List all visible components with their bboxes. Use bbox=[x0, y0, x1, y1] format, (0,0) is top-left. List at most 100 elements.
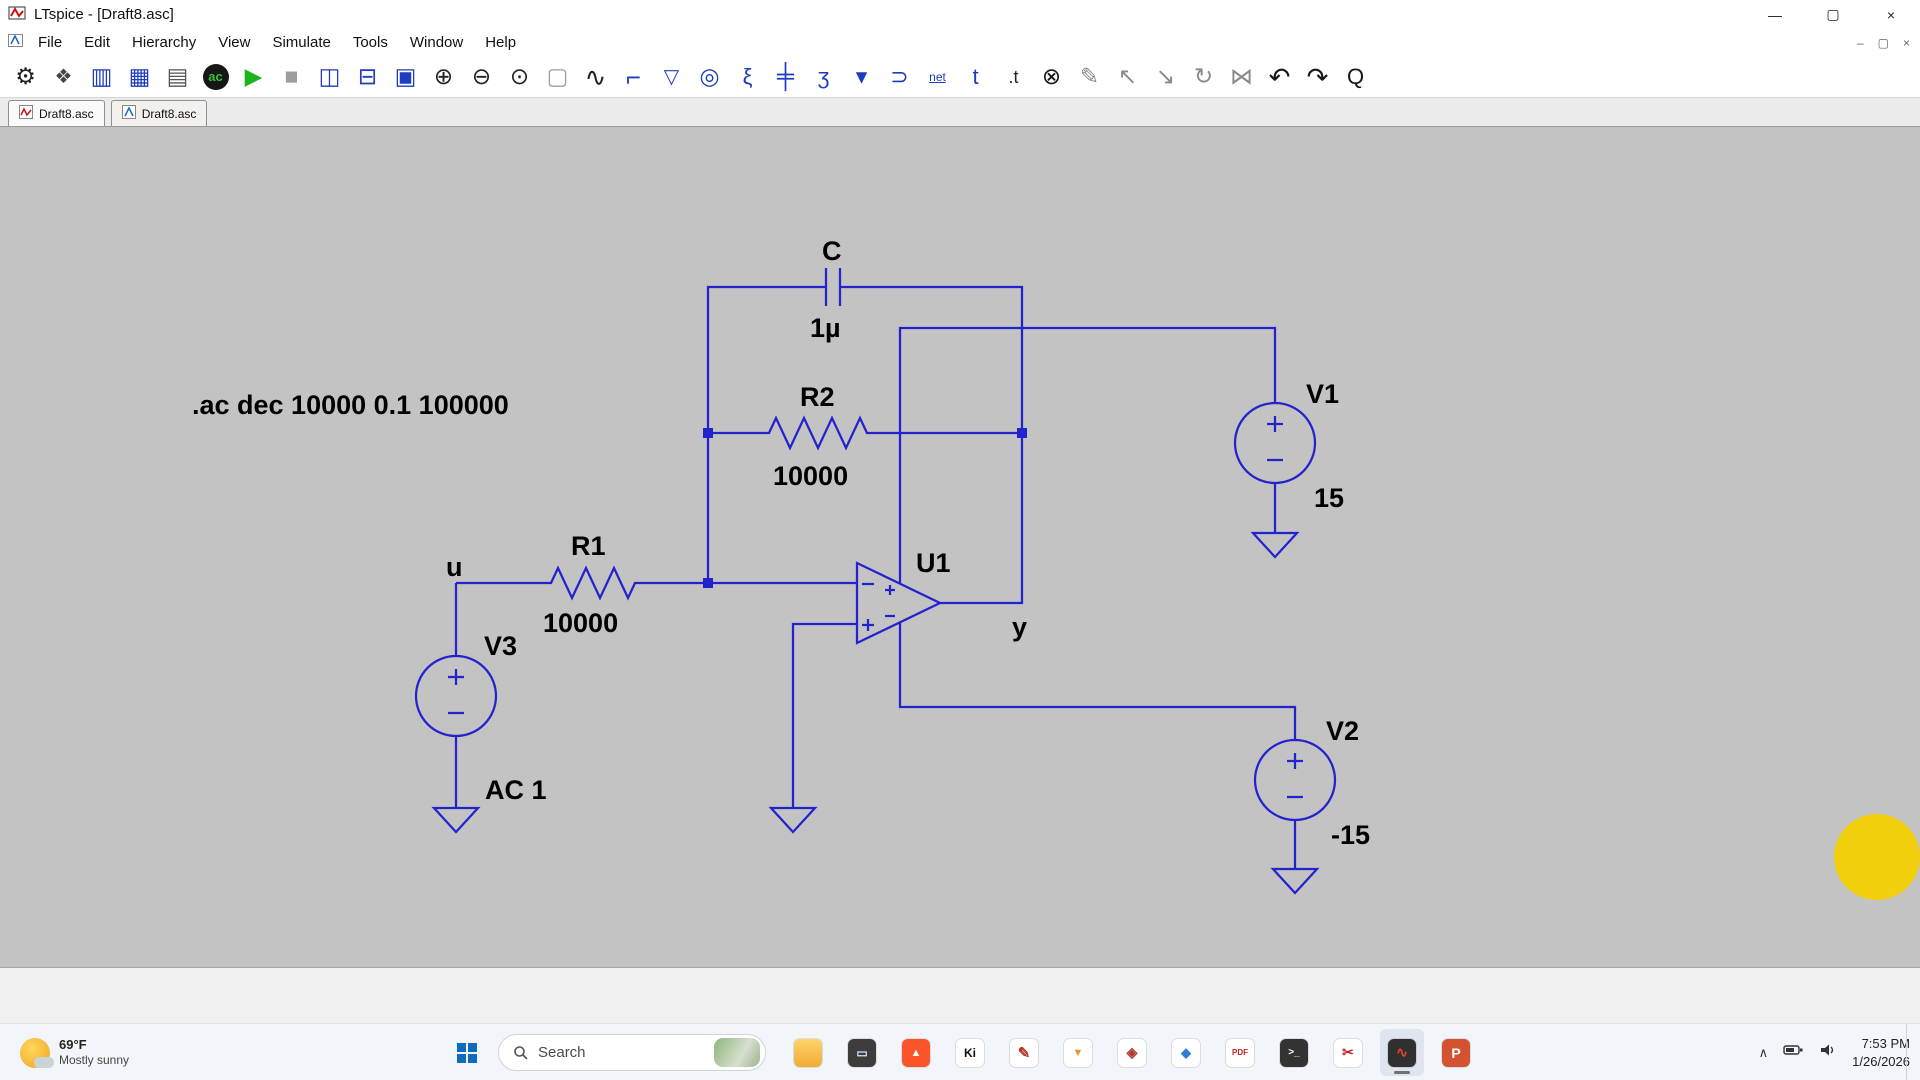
zoom-out-icon[interactable]: ⊖ bbox=[464, 59, 499, 95]
taskbar-app-pencil-tool[interactable]: ✎ bbox=[1002, 1029, 1046, 1076]
close-button[interactable]: × bbox=[1862, 0, 1920, 29]
waveform-viewer-icon[interactable]: ∿ bbox=[578, 59, 613, 95]
tray-chevron-up-icon[interactable]: ∧ bbox=[1759, 1045, 1769, 1061]
new-schematic-icon[interactable]: ❖ bbox=[46, 59, 81, 95]
capacitor-C[interactable] bbox=[824, 268, 842, 306]
battery-icon[interactable] bbox=[1783, 1043, 1804, 1062]
taskbar-app-ltspice[interactable]: ∿ bbox=[1380, 1029, 1424, 1076]
cap-name-label[interactable]: C bbox=[822, 236, 842, 266]
pan-icon[interactable]: ▢ bbox=[540, 59, 575, 95]
v3-name-label[interactable]: V3 bbox=[484, 631, 517, 661]
r2-value-label[interactable]: 10000 bbox=[773, 461, 848, 491]
clock[interactable]: 7:53 PM 1/26/2026 bbox=[1852, 1035, 1910, 1070]
spice-directive-text[interactable]: .ac dec 10000 0.1 100000 bbox=[192, 390, 509, 420]
cascade-windows-icon[interactable]: ▣ bbox=[388, 59, 423, 95]
capacitor-icon[interactable]: ╪ bbox=[768, 59, 803, 95]
delete-icon[interactable]: ⊗ bbox=[1034, 59, 1069, 95]
net-label-icon[interactable]: net bbox=[920, 59, 955, 95]
menu-hierarchy[interactable]: Hierarchy bbox=[121, 34, 207, 51]
open-icon[interactable]: ▥ bbox=[84, 59, 119, 95]
menu-tools[interactable]: Tools bbox=[342, 34, 399, 51]
wire-icon[interactable]: ⌐ bbox=[616, 59, 651, 95]
menu-window[interactable]: Window bbox=[399, 34, 474, 51]
volume-icon[interactable] bbox=[1819, 1043, 1837, 1062]
undo-icon[interactable]: ↶ bbox=[1262, 59, 1297, 95]
v1-name-label[interactable]: V1 bbox=[1306, 379, 1339, 409]
inductor-icon[interactable]: ʒ bbox=[806, 59, 841, 95]
save-icon[interactable]: ▦ bbox=[122, 59, 157, 95]
menu-simulate[interactable]: Simulate bbox=[261, 34, 341, 51]
mirror-icon[interactable]: ⋈ bbox=[1224, 59, 1259, 95]
menu-help[interactable]: Help bbox=[474, 34, 527, 51]
v2-name-label[interactable]: V2 bbox=[1326, 716, 1359, 746]
ground-plus-input[interactable] bbox=[768, 806, 818, 834]
show-desktop-button[interactable] bbox=[1906, 1024, 1910, 1080]
v2-value-label[interactable]: -15 bbox=[1331, 820, 1370, 850]
taskbar-app-pdf-viewer[interactable]: PDF bbox=[1218, 1029, 1262, 1076]
menu-view[interactable]: View bbox=[207, 34, 261, 51]
resistor-icon[interactable]: ξ bbox=[730, 59, 765, 95]
taskbar-app-virtual-machine[interactable]: ▭ bbox=[840, 1029, 884, 1076]
wire-feedback-left[interactable] bbox=[706, 285, 826, 583]
mdi-minimize-button[interactable]: – bbox=[1857, 36, 1864, 50]
redo-icon[interactable]: ↷ bbox=[1300, 59, 1335, 95]
tab-draft8-schematic[interactable]: Draft8.asc bbox=[110, 100, 208, 126]
v1-value-label[interactable]: 15 bbox=[1314, 483, 1344, 513]
search-daily-image[interactable] bbox=[714, 1038, 760, 1067]
taskbar-app-powerpoint[interactable]: P bbox=[1434, 1029, 1478, 1076]
halt-icon[interactable]: ■ bbox=[274, 59, 309, 95]
move-icon[interactable]: ↖ bbox=[1110, 59, 1145, 95]
start-button[interactable] bbox=[448, 1034, 485, 1071]
search-icon[interactable]: Q bbox=[1338, 59, 1373, 95]
menu-edit[interactable]: Edit bbox=[73, 34, 121, 51]
ground-icon[interactable]: ▽ bbox=[654, 59, 689, 95]
net-label-y[interactable]: y bbox=[1012, 612, 1027, 642]
text-tool-icon[interactable]: t bbox=[958, 59, 993, 95]
r2-name-label[interactable]: R2 bbox=[800, 382, 835, 412]
net-label-u[interactable]: u bbox=[446, 552, 463, 582]
u1-name-label[interactable]: U1 bbox=[916, 548, 951, 578]
resistor-R1[interactable] bbox=[456, 565, 857, 601]
source-V1[interactable] bbox=[1233, 401, 1317, 559]
taskbar-app-photos[interactable]: ◆ bbox=[1164, 1029, 1208, 1076]
zoom-full-extents-icon[interactable]: ⊙ bbox=[502, 59, 537, 95]
diode-icon[interactable]: ▾ bbox=[844, 59, 879, 95]
source-V2[interactable] bbox=[1253, 738, 1337, 895]
ac-analysis-icon[interactable]: ac bbox=[198, 59, 233, 95]
resistor-R2[interactable] bbox=[708, 415, 1022, 451]
source-V3[interactable] bbox=[414, 583, 498, 834]
wire-vminus[interactable] bbox=[898, 622, 1297, 740]
print-icon[interactable]: ▤ bbox=[160, 59, 195, 95]
mdi-restore-button[interactable]: ▢ bbox=[1878, 36, 1889, 50]
drag-icon[interactable]: ↘ bbox=[1148, 59, 1183, 95]
minimize-button[interactable]: — bbox=[1746, 0, 1804, 29]
paste-icon[interactable]: ↻ bbox=[1186, 59, 1221, 95]
run-icon[interactable]: ▶ bbox=[236, 59, 271, 95]
taskbar-app-kicad-footprint[interactable]: ◈ bbox=[1110, 1029, 1154, 1076]
cap-value-label[interactable]: 1µ bbox=[810, 313, 841, 343]
tab-draft8-waveform[interactable]: Draft8.asc bbox=[8, 100, 105, 126]
weather-widget[interactable]: 69°F Mostly sunny bbox=[10, 1024, 139, 1080]
r1-value-label[interactable]: 10000 bbox=[543, 608, 618, 638]
taskbar-app-windows-terminal[interactable]: >_ bbox=[1272, 1029, 1316, 1076]
taskbar-app-file-explorer[interactable] bbox=[786, 1029, 830, 1076]
schematic-canvas[interactable]: .ac dec 10000 0.1 100000 C 1µ R2 10000 R… bbox=[0, 127, 1920, 967]
tile-vertical-icon[interactable]: ◫ bbox=[312, 59, 347, 95]
v3-value-label[interactable]: AC 1 bbox=[485, 775, 547, 805]
wire-vplus[interactable] bbox=[898, 326, 1277, 584]
taskbar-app-red-utility[interactable]: ✂ bbox=[1326, 1029, 1370, 1076]
wire-plus-input[interactable] bbox=[791, 622, 857, 808]
search-box[interactable]: Search bbox=[498, 1034, 766, 1071]
maximize-button[interactable]: ▢ bbox=[1804, 0, 1862, 29]
zoom-in-icon[interactable]: ⊕ bbox=[426, 59, 461, 95]
spice-directive-icon[interactable]: .t bbox=[996, 59, 1031, 95]
mdi-close-button[interactable]: × bbox=[1903, 36, 1910, 50]
control-panel-icon[interactable]: ⚙ bbox=[8, 59, 43, 95]
component-icon[interactable]: ⊃ bbox=[882, 59, 917, 95]
taskbar-app-brave-browser[interactable]: ▲ bbox=[894, 1029, 938, 1076]
r1-name-label[interactable]: R1 bbox=[571, 531, 606, 561]
find-icon[interactable]: ✎ bbox=[1072, 59, 1107, 95]
voltage-source-icon[interactable]: ◎ bbox=[692, 59, 727, 95]
taskbar-app-kicad[interactable]: Ki bbox=[948, 1029, 992, 1076]
menu-file[interactable]: File bbox=[27, 34, 73, 51]
